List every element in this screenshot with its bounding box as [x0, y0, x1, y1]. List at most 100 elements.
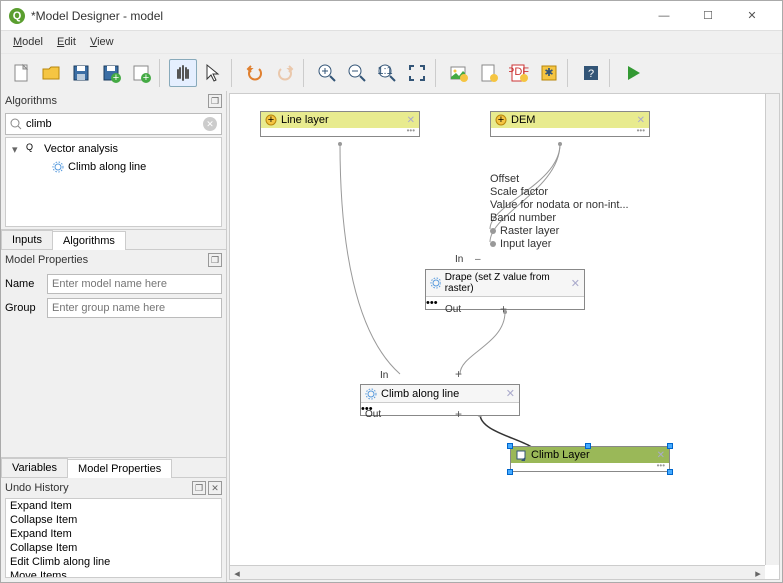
selection-handle[interactable]	[585, 443, 591, 449]
undo-item[interactable]: Edit Climb along line	[6, 555, 221, 569]
zoom-out-button[interactable]	[343, 59, 371, 87]
export-python-button[interactable]: ✱	[535, 59, 563, 87]
selection-handle[interactable]	[667, 443, 673, 449]
left-upper-tabs: Inputs Algorithms	[1, 229, 226, 249]
maximize-button[interactable]: ☐	[686, 1, 730, 31]
node-remove-icon[interactable]: ✕	[506, 387, 515, 400]
node-more-icon[interactable]: •••	[637, 126, 645, 135]
canvas-scroll-vertical[interactable]	[765, 94, 779, 565]
tree-group-label: Vector analysis	[44, 143, 118, 155]
menu-model[interactable]: Model	[7, 34, 49, 50]
close-button[interactable]: ✕	[730, 1, 774, 31]
node-algorithm-climb-along-line[interactable]: Climb along line ✕ •••	[360, 384, 520, 416]
selection-handle[interactable]	[667, 469, 673, 475]
zoom-full-button[interactable]	[403, 59, 431, 87]
model-name-label: Name	[5, 278, 43, 290]
save-project-button[interactable]: +	[127, 59, 155, 87]
tree-item-label: Climb along line	[68, 161, 146, 173]
node-more-icon[interactable]: •••	[407, 126, 415, 135]
node-remove-icon[interactable]: ✕	[637, 115, 645, 126]
tab-algorithms[interactable]: Algorithms	[52, 231, 126, 250]
tree-item-climb-along-line[interactable]: Climb along line	[8, 158, 219, 176]
search-icon	[10, 118, 22, 130]
param-label: Input layer	[500, 238, 551, 250]
qgis-icon: Q	[26, 142, 40, 156]
node-output-climb-layer[interactable]: Climb Layer ✕ •••	[510, 446, 670, 472]
undo-button[interactable]	[241, 59, 269, 87]
undo-item[interactable]: Move Items	[6, 569, 221, 578]
algorithm-tree[interactable]: ▾ Q Vector analysis Climb along line	[5, 137, 222, 227]
node-remove-icon[interactable]: ✕	[571, 277, 580, 290]
toolbar: + + 1:1 PDF ✱ ?	[1, 53, 782, 91]
undo-item[interactable]: Expand Item	[6, 499, 221, 513]
node-input-dem[interactable]: + DEM ✕ •••	[490, 111, 650, 137]
model-properties-panel: Model Properties ❐ Name Group	[1, 249, 226, 326]
undo-history-panel: Undo History ❐ ✕ Expand Item Collapse It…	[1, 477, 226, 582]
node-input-line-layer[interactable]: + Line layer ✕ •••	[260, 111, 420, 137]
help-button[interactable]: ?	[577, 59, 605, 87]
node-more-icon[interactable]: •••	[426, 297, 438, 309]
export-pdf-button[interactable]	[475, 59, 503, 87]
tab-inputs[interactable]: Inputs	[1, 230, 53, 249]
new-button[interactable]	[7, 59, 35, 87]
pan-button[interactable]	[169, 59, 197, 87]
redo-button[interactable]	[271, 59, 299, 87]
save-as-button[interactable]: +	[97, 59, 125, 87]
canvas-scroll-horizontal[interactable]: ◂▸	[230, 565, 765, 579]
port-plus-icon[interactable]: +	[455, 367, 462, 381]
algorithms-panel-header: Algorithms ❐	[1, 91, 226, 111]
panel-undock-icon[interactable]: ❐	[192, 481, 206, 495]
undo-history-title: Undo History	[5, 482, 69, 494]
tab-model-properties[interactable]: Model Properties	[67, 459, 172, 478]
panel-undock-icon[interactable]: ❐	[208, 94, 222, 108]
undo-item[interactable]: Expand Item	[6, 527, 221, 541]
svg-text:+: +	[268, 114, 274, 126]
open-button[interactable]	[37, 59, 65, 87]
param-label: Value for nodata or non-int...	[490, 199, 629, 211]
algorithm-search-input[interactable]	[22, 118, 203, 130]
node-remove-icon[interactable]: ✕	[657, 450, 665, 461]
tab-variables[interactable]: Variables	[1, 458, 68, 477]
model-canvas[interactable]: + Line layer ✕ ••• + DEM ✕ ••• Offset Sc…	[229, 93, 780, 580]
zoom-in-button[interactable]	[313, 59, 341, 87]
model-name-input[interactable]	[47, 274, 222, 294]
minimize-button[interactable]: —	[642, 1, 686, 31]
tree-expand-icon[interactable]: ▾	[12, 143, 22, 156]
node-label: Line layer	[281, 114, 329, 126]
model-group-input[interactable]	[47, 298, 222, 318]
save-button[interactable]	[67, 59, 95, 87]
menu-edit[interactable]: Edit	[51, 34, 82, 50]
export-svg-button[interactable]: PDF	[505, 59, 533, 87]
port-plus-icon[interactable]: +	[455, 407, 462, 421]
undo-item[interactable]: Collapse Item	[6, 541, 221, 555]
node-remove-icon[interactable]: ✕	[407, 115, 415, 126]
param-label: Offset	[490, 173, 519, 185]
svg-text:?: ?	[588, 68, 594, 80]
output-icon	[515, 449, 527, 461]
left-dock: Algorithms ❐ ✕ ▾ Q Vector analysis Climb…	[1, 91, 227, 582]
select-button[interactable]	[199, 59, 227, 87]
tree-group-vector-analysis[interactable]: ▾ Q Vector analysis	[8, 140, 219, 158]
window-title: *Model Designer - model	[31, 9, 642, 23]
search-clear-icon[interactable]: ✕	[203, 117, 217, 131]
run-button[interactable]	[619, 59, 647, 87]
panel-close-icon[interactable]: ✕	[208, 481, 222, 495]
zoom-100-button[interactable]: 1:1	[373, 59, 401, 87]
svg-text:+: +	[143, 72, 149, 83]
svg-text:✱: ✱	[544, 67, 553, 79]
param-label: Band number	[490, 212, 556, 224]
gear-icon	[365, 388, 377, 400]
svg-text:+: +	[113, 72, 119, 83]
panel-undock-icon[interactable]: ❐	[208, 253, 222, 267]
selection-handle[interactable]	[507, 443, 513, 449]
collapse-icon[interactable]: –	[475, 254, 481, 265]
export-image-button[interactable]	[445, 59, 473, 87]
menu-view[interactable]: View	[84, 34, 120, 50]
undo-item[interactable]: Collapse Item	[6, 513, 221, 527]
selection-handle[interactable]	[507, 469, 513, 475]
undo-history-list[interactable]: Expand Item Collapse Item Expand Item Co…	[5, 498, 222, 578]
node-more-icon[interactable]: •••	[657, 461, 665, 470]
algorithm-search[interactable]: ✕	[5, 113, 222, 135]
port-plus-icon[interactable]: +	[500, 302, 507, 316]
node-label: Climb Layer	[531, 449, 590, 461]
